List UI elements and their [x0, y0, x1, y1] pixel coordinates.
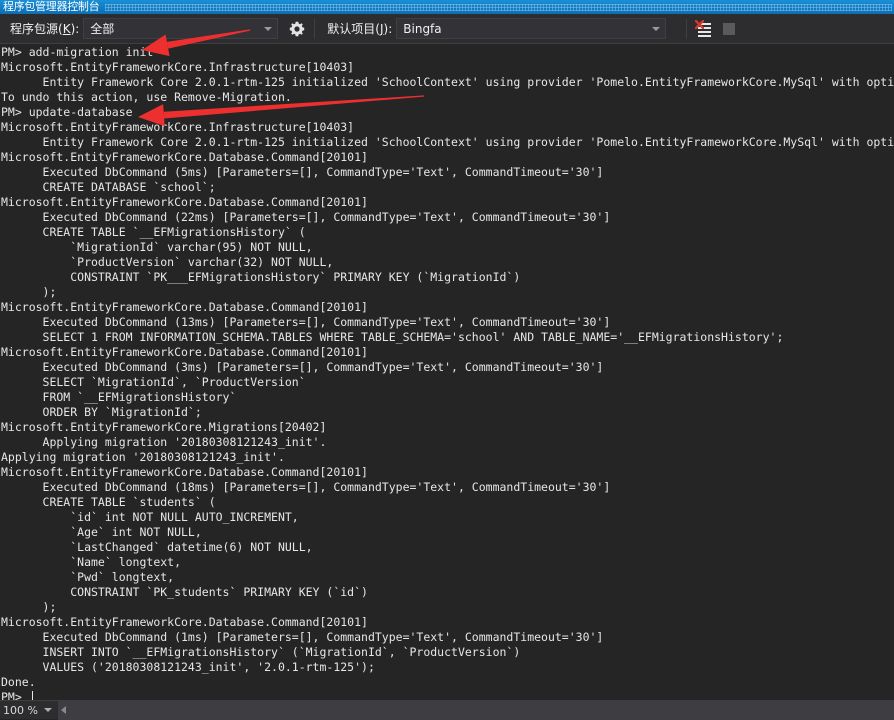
titlebar-grip: [105, 3, 892, 11]
chevron-down-icon: [44, 708, 52, 712]
chevron-down-icon: [652, 26, 661, 31]
toolbar-separator: [314, 18, 316, 39]
package-source-value: 全部: [90, 22, 115, 36]
horizontal-scrollbar[interactable]: [58, 700, 894, 720]
default-project-label: 默认项目(J):: [327, 22, 393, 36]
close-icon: [695, 19, 705, 29]
zoom-level-value: 100 %: [3, 703, 38, 717]
console-output-area[interactable]: PM> add-migration init Microsoft.EntityF…: [0, 44, 894, 700]
settings-button[interactable]: [286, 18, 308, 40]
package-source-label: 程序包源(K):: [10, 22, 80, 36]
stop-button[interactable]: [723, 22, 736, 35]
window-title: 程序包管理器控制台: [3, 0, 100, 13]
clear-console-icon: [695, 19, 712, 37]
package-manager-console-window: 程序包管理器控制台 程序包源(K): 全部 默认项目(J): Bingfa PM…: [0, 0, 894, 720]
clear-console-button[interactable]: [693, 18, 715, 40]
gear-icon: [290, 21, 305, 36]
console-toolbar: 程序包源(K): 全部 默认项目(J): Bingfa: [0, 14, 894, 44]
window-titlebar: 程序包管理器控制台: [0, 0, 894, 14]
default-project-value: Bingfa: [403, 21, 442, 36]
console-caret: [31, 691, 33, 700]
zoom-level-dropdown[interactable]: 100 %: [0, 701, 58, 719]
console-statusbar: 100 %: [0, 700, 894, 720]
toolbar-separator: [686, 18, 688, 39]
default-project-dropdown[interactable]: Bingfa: [396, 18, 667, 39]
package-source-dropdown[interactable]: 全部: [83, 18, 279, 39]
chevron-down-icon: [264, 26, 273, 31]
scroll-left-arrow-icon[interactable]: [61, 706, 66, 714]
console-text: PM> add-migration init Microsoft.EntityF…: [1, 45, 894, 700]
